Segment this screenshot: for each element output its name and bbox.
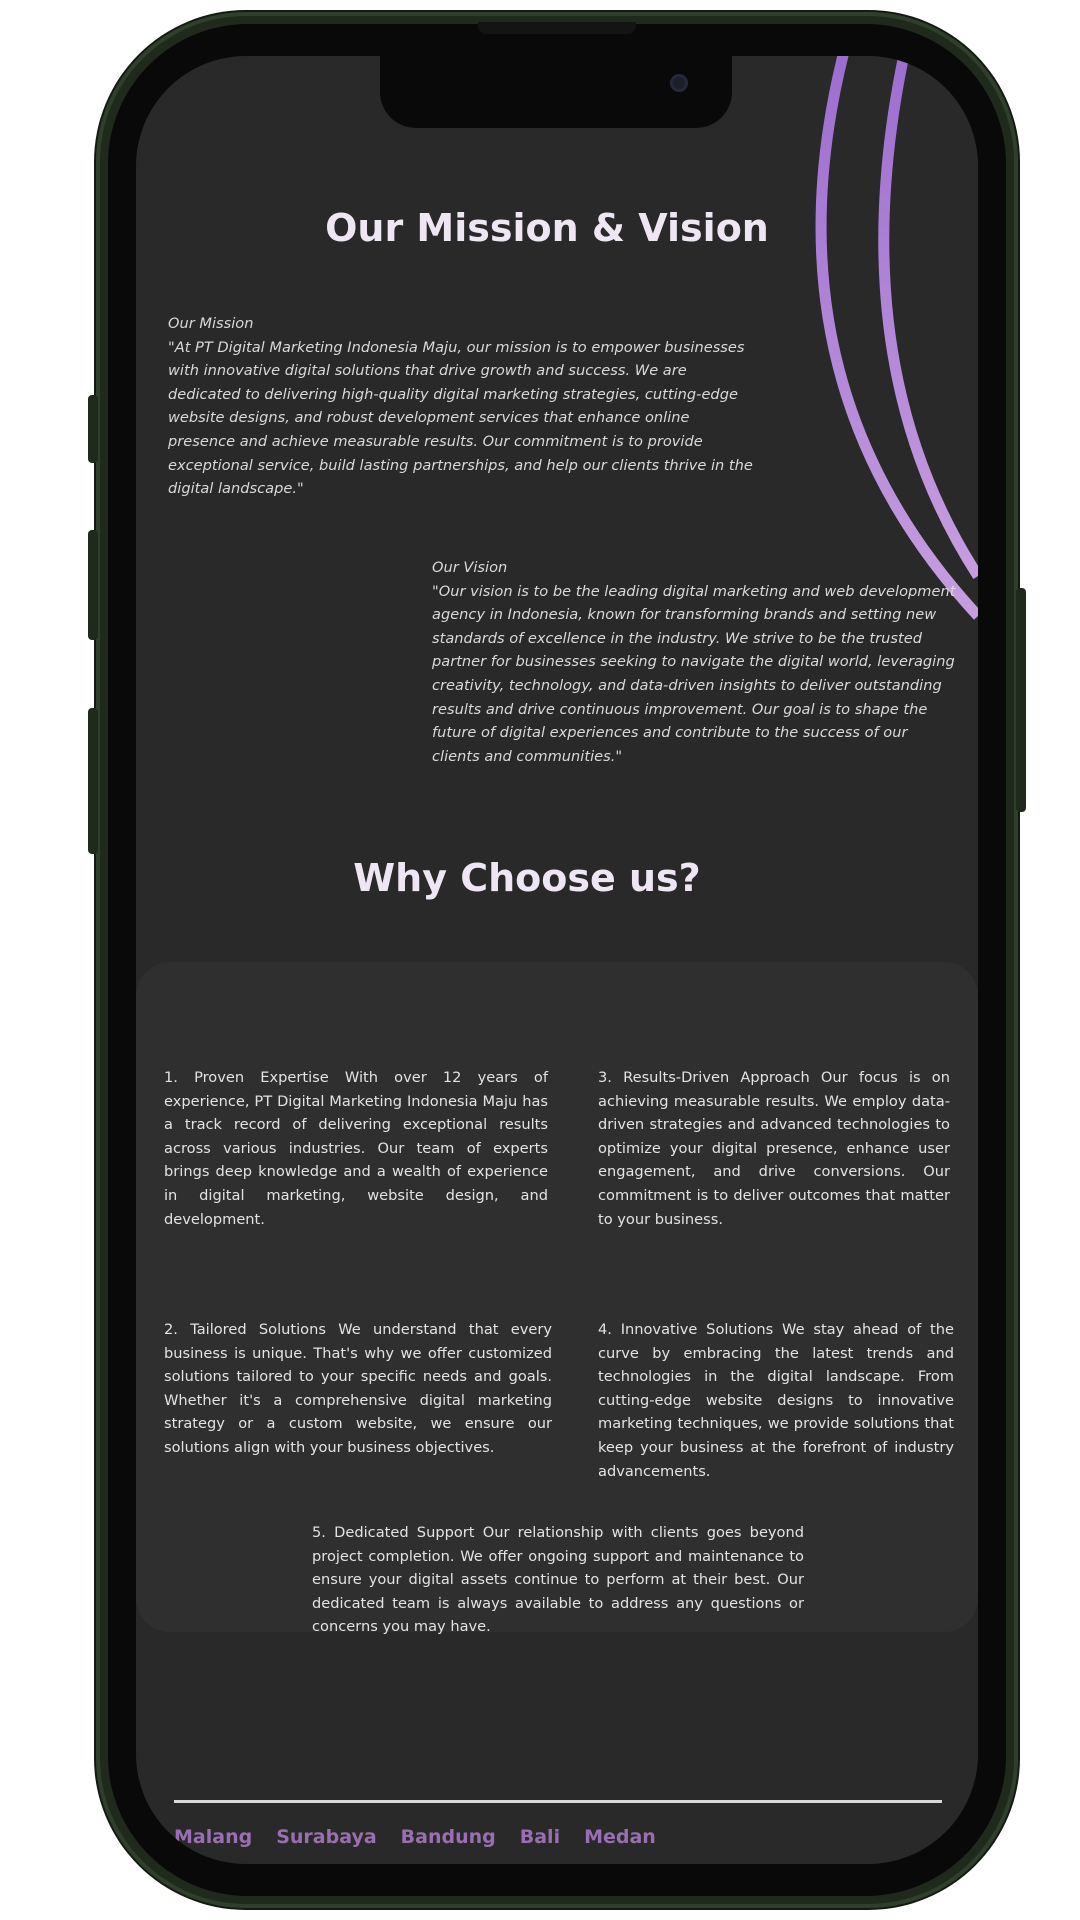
reason-dedicated-support: 5. Dedicated Support Our relationship wi…: [312, 1524, 804, 1636]
footer-divider: [174, 1800, 942, 1803]
footer-city-links: Malang Surabaya Bandung Bali Medan: [174, 1826, 656, 1848]
mission-text: "At PT Digital Marketing Indonesia Maju,…: [168, 338, 753, 498]
mission-block: Our Mission "At PT Digital Marketing Ind…: [168, 312, 758, 501]
phone-screen: Our Mission & Vision Our Mission "At PT …: [136, 56, 978, 1864]
footer-link-malang[interactable]: Malang: [174, 1826, 252, 1848]
volume-up-button: [88, 530, 98, 640]
volume-down-button: [88, 708, 98, 854]
mission-label: Our Mission: [168, 315, 254, 332]
screen-notch: [380, 56, 732, 128]
vision-block: Our Vision "Our vision is to be the lead…: [432, 556, 956, 768]
footer-link-surabaya[interactable]: Surabaya: [276, 1826, 376, 1848]
reason-results-driven: 3. Results-Driven Approach Our focus is …: [598, 1069, 950, 1228]
mute-switch: [88, 395, 98, 463]
power-button: [1016, 588, 1026, 812]
vision-label: Our Vision: [432, 559, 508, 576]
reason-proven-expertise: 1. Proven Expertise With over 12 years o…: [164, 1069, 548, 1228]
reason-innovative-solutions: 4. Innovative Solutions We stay ahead of…: [598, 1321, 954, 1480]
footer-link-bandung[interactable]: Bandung: [401, 1826, 496, 1848]
footer-link-medan[interactable]: Medan: [584, 1826, 656, 1848]
reason-tailored-solutions: 2. Tailored Solutions We understand that…: [164, 1321, 552, 1456]
front-camera-icon: [670, 74, 688, 92]
footer-link-bali[interactable]: Bali: [520, 1826, 560, 1848]
earpiece-speaker: [478, 22, 636, 34]
vision-text: "Our vision is to be the leading digital…: [432, 582, 956, 765]
mission-vision-title: Our Mission & Vision: [325, 206, 769, 250]
why-choose-title: Why Choose us?: [353, 856, 701, 900]
